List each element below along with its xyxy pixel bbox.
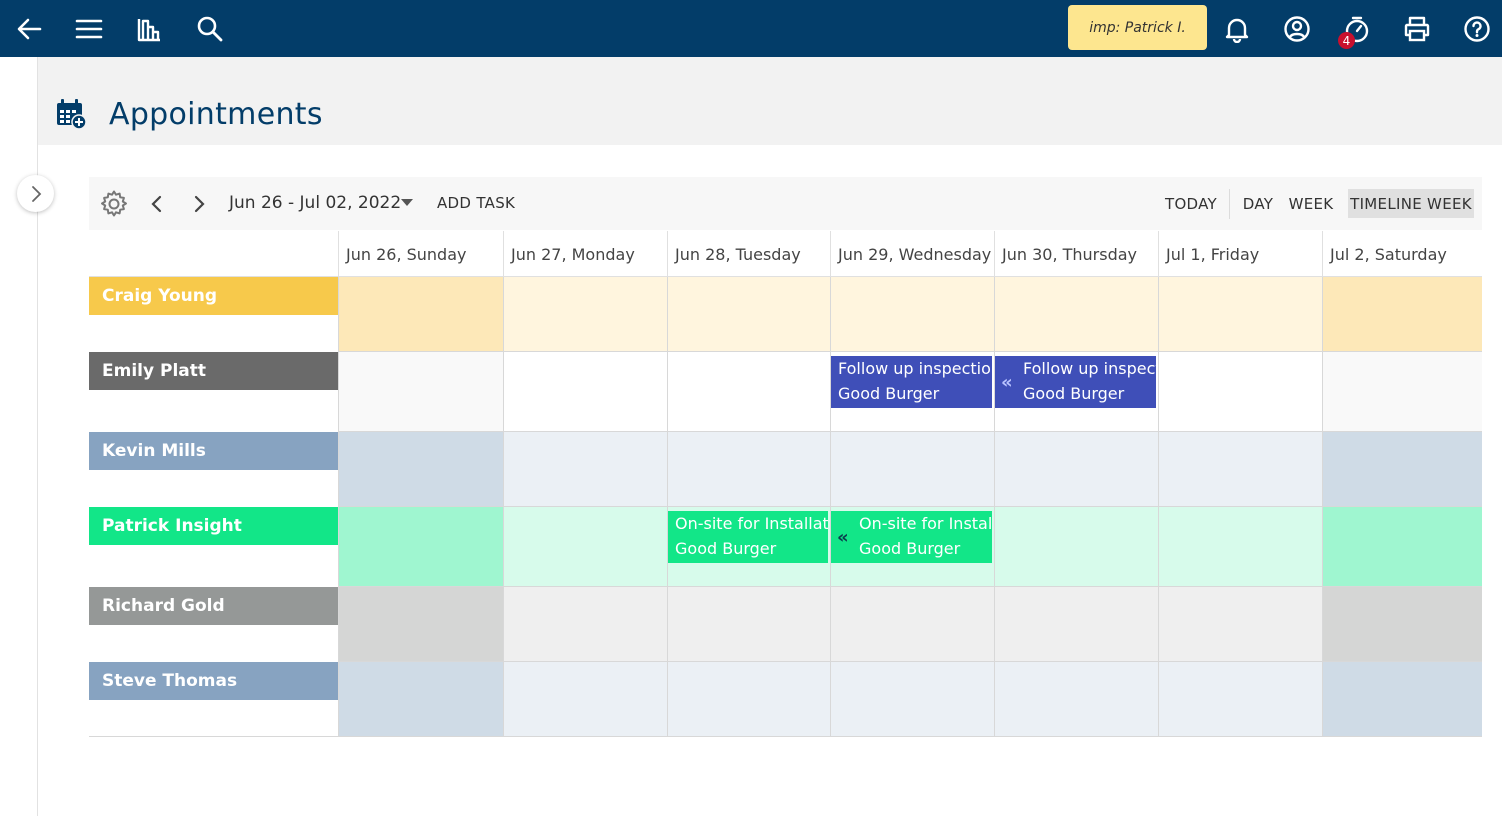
search-icon[interactable] (190, 9, 230, 49)
toolbar-divider (1229, 189, 1230, 219)
schedule-cell[interactable] (338, 662, 503, 737)
schedule-cell[interactable] (667, 587, 830, 662)
day-header: Jul 1, Friday (1158, 231, 1322, 277)
date-range-selector[interactable]: Jun 26 - Jul 02, 2022 (229, 193, 401, 213)
schedule-cell[interactable] (667, 662, 830, 737)
schedule-cell[interactable] (830, 662, 994, 737)
chevron-right-icon (194, 195, 205, 213)
top-navigation-bar: imp: Patrick I. 4 (0, 0, 1502, 57)
week-view-button[interactable]: WEEK (1287, 189, 1335, 218)
settings-gear-icon[interactable] (98, 189, 130, 219)
scheduler-toolbar: Jun 26 - Jul 02, 2022 ADD TASK TODAY DAY… (89, 177, 1482, 230)
schedule-cell[interactable] (1158, 352, 1322, 432)
chevron-left-icon (151, 195, 162, 213)
timeline-grid: Jun 26, Sunday Jun 27, Monday Jun 28, Tues… (89, 231, 1482, 737)
chevron-right-icon (31, 185, 41, 202)
appointment-title: On-site for Installation (859, 514, 992, 533)
appointment-customer: Good Burger (675, 539, 777, 558)
schedule-cell[interactable] (503, 277, 667, 352)
schedule-cell[interactable] (994, 662, 1158, 737)
schedule-cell[interactable] (994, 277, 1158, 352)
appointment-block[interactable]: Follow up inspection Good Burger (831, 356, 992, 408)
resource-label: Patrick Insight (89, 507, 338, 545)
appointment-title: Follow up inspection (838, 359, 992, 378)
resource-column-bottom-border (89, 736, 338, 737)
appointment-block[interactable]: On-site for Installation Good Burger (668, 511, 828, 563)
schedule-cell[interactable] (994, 587, 1158, 662)
appointment-block[interactable]: « On-site for Installation Good Burger (831, 511, 992, 563)
print-icon[interactable] (1397, 9, 1437, 49)
calendar-add-icon (55, 98, 87, 134)
day-header: Jun 29, Wednesday (830, 231, 994, 277)
schedule-cell[interactable] (338, 587, 503, 662)
today-button[interactable]: TODAY (1161, 189, 1221, 218)
schedule-cell[interactable] (994, 507, 1158, 587)
schedule-cell[interactable] (1322, 432, 1482, 507)
continued-from-left-icon: « (837, 527, 849, 548)
left-rail (0, 57, 38, 816)
schedule-cell[interactable] (1158, 587, 1322, 662)
schedule-cell[interactable] (830, 432, 994, 507)
schedule-cell[interactable] (830, 587, 994, 662)
bell-icon[interactable] (1217, 9, 1257, 49)
page-title: Appointments (109, 97, 323, 132)
add-task-button[interactable]: ADD TASK (437, 194, 515, 212)
day-header: Jul 2, Saturday (1322, 231, 1482, 277)
resource-label: Craig Young (89, 277, 338, 315)
back-arrow-icon[interactable] (9, 9, 49, 49)
resource-label: Steve Thomas (89, 662, 338, 700)
next-week-button[interactable] (187, 190, 211, 218)
appointment-customer: Good Burger (1023, 384, 1125, 403)
schedule-cell[interactable] (1322, 662, 1482, 737)
schedule-cell[interactable] (667, 432, 830, 507)
schedule-cell[interactable] (667, 352, 830, 432)
menu-icon[interactable] (69, 9, 109, 49)
schedule-cell[interactable] (1322, 352, 1482, 432)
previous-week-button[interactable] (145, 190, 169, 218)
schedule-cell[interactable] (503, 662, 667, 737)
page-header: Appointments (38, 57, 1502, 145)
schedule-cell[interactable] (667, 277, 830, 352)
schedule-cell[interactable] (1322, 277, 1482, 352)
schedule-cell[interactable] (338, 352, 503, 432)
schedule-cell[interactable] (1322, 507, 1482, 587)
day-header: Jun 27, Monday (503, 231, 667, 277)
schedule-cell[interactable] (338, 277, 503, 352)
resource-label: Kevin Mills (89, 432, 338, 470)
schedule-cell[interactable] (1158, 277, 1322, 352)
schedule-cell[interactable] (1322, 587, 1482, 662)
schedule-cell[interactable] (338, 507, 503, 587)
impersonation-badge[interactable]: imp: Patrick I. (1068, 5, 1207, 50)
timer-count-badge: 4 (1338, 32, 1355, 49)
expand-sidebar-button[interactable] (17, 175, 54, 212)
schedule-cell[interactable] (830, 277, 994, 352)
day-header: Jun 26, Sunday (338, 231, 503, 277)
appointment-customer: Good Burger (838, 384, 940, 403)
schedule-cell[interactable] (1158, 507, 1322, 587)
schedule-cell[interactable] (1158, 662, 1322, 737)
schedule-cell[interactable] (994, 432, 1158, 507)
schedule-cell[interactable] (503, 587, 667, 662)
account-icon[interactable] (1277, 9, 1317, 49)
appointment-block[interactable]: « Follow up inspection Good Burger (995, 356, 1156, 408)
resource-label: Richard Gold (89, 587, 338, 625)
caret-down-icon[interactable] (400, 196, 414, 210)
schedule-cell[interactable] (1158, 432, 1322, 507)
appointment-customer: Good Burger (859, 539, 961, 558)
help-icon[interactable] (1457, 9, 1497, 49)
timeline-week-view-button[interactable]: TIMELINE WEEK (1348, 189, 1474, 218)
continued-from-left-icon: « (1001, 372, 1013, 393)
schedule-cell[interactable] (503, 507, 667, 587)
day-header: Jun 30, Thursday (994, 231, 1158, 277)
reports-icon[interactable] (129, 9, 169, 49)
day-header: Jun 28, Tuesday (667, 231, 830, 277)
appointment-title: On-site for Installation (675, 514, 828, 533)
appointment-title: Follow up inspection (1023, 359, 1156, 378)
resource-label: Emily Platt (89, 352, 338, 390)
schedule-cell[interactable] (503, 432, 667, 507)
schedule-cell[interactable] (338, 432, 503, 507)
schedule-cell[interactable] (503, 352, 667, 432)
day-view-button[interactable]: DAY (1238, 189, 1278, 218)
